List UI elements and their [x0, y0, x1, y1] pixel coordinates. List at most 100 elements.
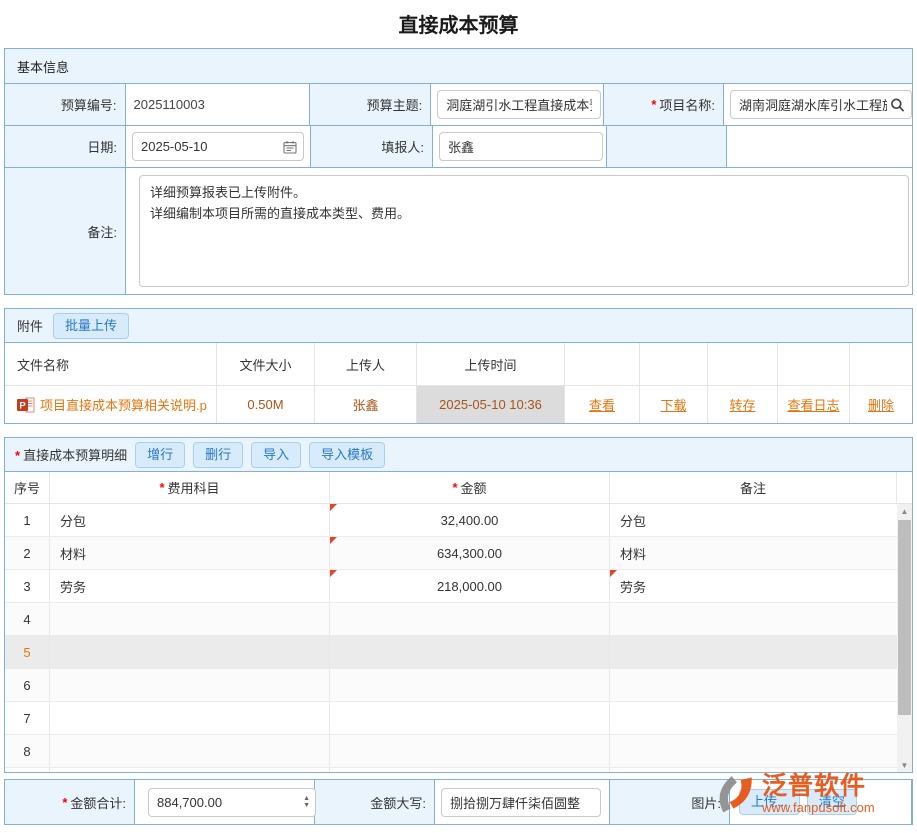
subject-cell[interactable] — [50, 603, 330, 635]
amount-words-cell — [435, 780, 610, 824]
total-label-text: 金额合计: — [70, 793, 126, 812]
file-name-header: 文件名称 — [5, 343, 217, 385]
image-cell: 上传... 清空 — [730, 780, 912, 824]
search-icon[interactable] — [890, 97, 905, 112]
action-header-1 — [565, 343, 640, 385]
row-no: 8 — [5, 735, 50, 767]
subject-cell[interactable]: 材料 — [50, 537, 330, 569]
project-label-text: 项目名称: — [659, 95, 715, 114]
row-no: 7 — [5, 702, 50, 734]
remark-cell[interactable]: 劳务 — [610, 570, 897, 602]
remark-cell[interactable] — [610, 702, 897, 734]
detail-table-header: 序号 *费用科目 *金额 备注 — [5, 472, 912, 504]
calendar-icon[interactable] — [283, 140, 297, 154]
clear-image-button[interactable]: 清空 — [807, 789, 857, 815]
amount-cell[interactable] — [330, 636, 610, 668]
amount-cell[interactable]: 32,400.00 — [330, 504, 610, 536]
view-log-link[interactable]: 查看日志 — [787, 395, 839, 414]
stepper-down-icon[interactable]: ▼ — [303, 802, 310, 809]
save-as-link[interactable]: 转存 — [729, 395, 755, 414]
action-cell-delete: 删除 — [850, 386, 912, 423]
amount-cell[interactable] — [330, 768, 610, 772]
date-input[interactable] — [132, 132, 304, 161]
import-button[interactable]: 导入 — [251, 442, 301, 468]
amount-cell[interactable] — [330, 702, 610, 734]
vertical-scrollbar[interactable]: ▲ ▼ — [897, 504, 912, 772]
subject-cell[interactable] — [50, 669, 330, 701]
delete-link[interactable]: 删除 — [868, 395, 894, 414]
amount-cell[interactable] — [330, 735, 610, 767]
amount-cell[interactable]: 634,300.00 — [330, 537, 610, 569]
project-input[interactable] — [730, 90, 912, 119]
upload-image-button[interactable]: 上传... — [739, 789, 800, 815]
table-row[interactable]: 7 — [5, 702, 897, 735]
table-row[interactable]: 4 — [5, 603, 897, 636]
download-link[interactable]: 下载 — [660, 395, 686, 414]
attachments-title: 附件 — [17, 316, 43, 335]
file-size-header: 文件大小 — [217, 343, 315, 385]
batch-upload-button[interactable]: 批量上传 — [53, 313, 129, 339]
scrollbar-header-spacer — [897, 472, 912, 503]
amount-words-input[interactable] — [441, 788, 601, 817]
remark-cell[interactable] — [610, 636, 897, 668]
detail-panel: *直接成本预算明细 增行 删行 导入 导入模板 序号 *费用科目 *金额 备注 … — [4, 437, 913, 773]
subject-cell[interactable] — [50, 768, 330, 772]
stepper-up-icon[interactable]: ▲ — [303, 795, 310, 802]
remark-cell[interactable]: 分包 — [610, 504, 897, 536]
scrollbar-thumb[interactable] — [898, 520, 911, 715]
uploader-header: 上传人 — [315, 343, 417, 385]
import-template-button[interactable]: 导入模板 — [309, 442, 385, 468]
remark-cell[interactable] — [610, 735, 897, 767]
reporter-input[interactable] — [439, 132, 603, 161]
reporter-cell — [433, 126, 607, 167]
reporter-label: 填报人: — [311, 126, 433, 167]
scroll-up-icon[interactable]: ▲ — [897, 504, 912, 518]
ppt-file-icon: P — [17, 397, 35, 413]
table-row[interactable] — [5, 768, 897, 772]
remark-cell[interactable] — [610, 603, 897, 635]
row-no: 2 — [5, 537, 50, 569]
remark-cell[interactable] — [610, 669, 897, 701]
table-row[interactable]: 3 劳务 218,000.00 劳务 — [5, 570, 897, 603]
add-row-button[interactable]: 增行 — [135, 442, 185, 468]
subject-cell[interactable]: 劳务 — [50, 570, 330, 602]
amount-cell[interactable]: 218,000.00 — [330, 570, 610, 602]
table-row[interactable]: 6 — [5, 669, 897, 702]
budget-no-value: 2025110003 — [126, 84, 310, 125]
subject-input[interactable] — [437, 90, 601, 119]
total-amount-input[interactable] — [148, 788, 316, 817]
table-row[interactable]: 8 — [5, 735, 897, 768]
subject-cell[interactable] — [50, 702, 330, 734]
remark-textarea[interactable]: 详细预算报表已上传附件。 详细编制本项目所需的直接成本类型、费用。 — [139, 175, 909, 287]
table-row[interactable]: 2 材料 634,300.00 材料 — [5, 537, 897, 570]
basic-row-1: 预算编号: 2025110003 预算主题: * 项目名称: — [5, 84, 912, 126]
scroll-down-icon[interactable]: ▼ — [897, 758, 912, 772]
subject-cell[interactable] — [50, 636, 330, 668]
detail-table-body: 1 分包 32,400.00 分包 2 材料 634,300.00 材料 3 劳… — [5, 504, 912, 772]
amount-cell[interactable] — [330, 603, 610, 635]
action-cell-log: 查看日志 — [778, 386, 850, 423]
row-no: 1 — [5, 504, 50, 536]
amount-words-label: 金额大写: — [315, 780, 435, 824]
attachments-table-header: 文件名称 文件大小 上传人 上传时间 — [5, 343, 912, 386]
remark-cell[interactable]: 材料 — [610, 537, 897, 569]
remark-cell[interactable] — [610, 768, 897, 772]
amount-cell[interactable] — [330, 669, 610, 701]
action-header-5 — [850, 343, 912, 385]
required-marker: * — [651, 97, 656, 112]
subject-cell[interactable] — [50, 735, 330, 767]
subject-cell[interactable]: 分包 — [50, 504, 330, 536]
project-cell — [724, 84, 912, 125]
action-cell-saveas: 转存 — [708, 386, 778, 423]
required-marker: * — [15, 448, 20, 463]
table-row-selected[interactable]: 5 — [5, 636, 897, 669]
remark-label: 备注: — [5, 168, 126, 294]
number-stepper-icons[interactable]: ▲▼ — [303, 795, 310, 809]
view-link[interactable]: 查看 — [589, 395, 615, 414]
attachments-header: 附件 批量上传 — [5, 309, 912, 343]
file-name-link[interactable]: 项目直接成本预算相关说明.p — [40, 395, 207, 414]
table-row[interactable]: 1 分包 32,400.00 分包 — [5, 504, 897, 537]
date-cell — [126, 126, 311, 167]
delete-row-button[interactable]: 删行 — [193, 442, 243, 468]
action-cell-download: 下载 — [640, 386, 708, 423]
